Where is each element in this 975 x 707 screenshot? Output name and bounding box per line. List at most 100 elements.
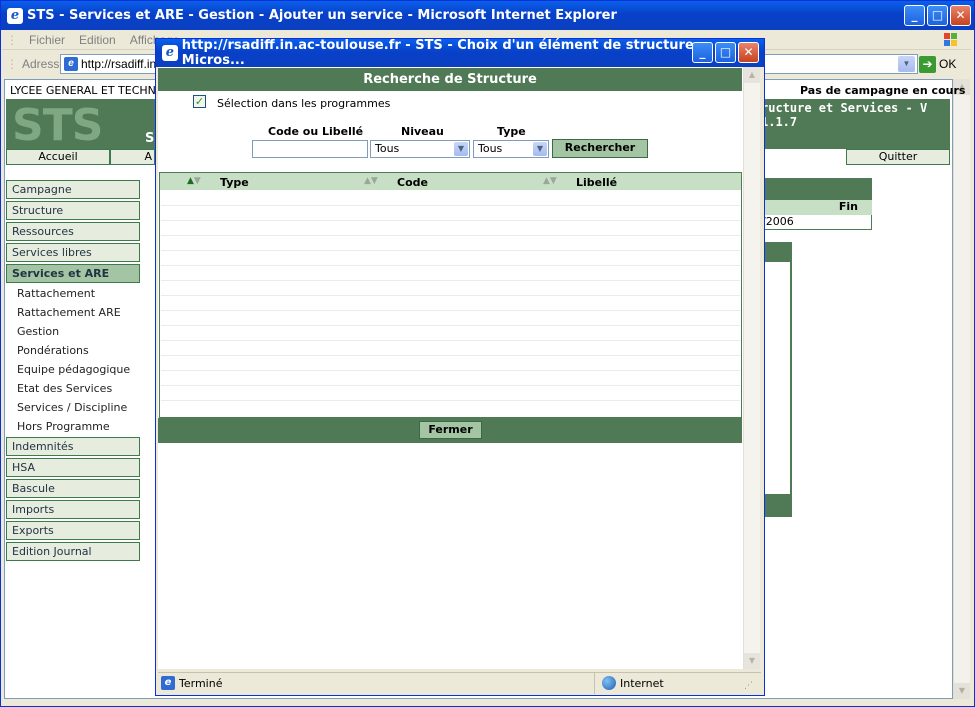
status-divider [594, 673, 595, 694]
nav-a[interactable]: A [110, 149, 155, 165]
search-heading: Recherche de Structure [158, 68, 742, 91]
menu-fichier[interactable]: Fichier [22, 33, 72, 47]
sidebar-item-services-libres[interactable]: Services libres [6, 243, 140, 262]
table-row [161, 310, 740, 311]
sidebar-sub-equipe-pedagogique[interactable]: Equipe pédagogique [17, 363, 130, 376]
maximize-button[interactable]: □ [927, 5, 948, 26]
table-row [161, 400, 740, 401]
code-sort-icon[interactable]: ▲▼ [364, 176, 378, 186]
libelle-sort-icon[interactable]: ▲▼ [543, 176, 557, 186]
main-title-bar[interactable]: e STS - Services et ARE - Gestion - Ajou… [1, 1, 974, 30]
col-type[interactable]: Type [220, 176, 249, 189]
menu-grip: ⋮ [6, 32, 18, 47]
popup-maximize-button[interactable]: □ [715, 42, 736, 63]
sidebar-sub-services-discipline[interactable]: Services / Discipline [17, 401, 127, 414]
popup-vertical-scrollbar[interactable]: ▲ ▼ [743, 67, 760, 669]
campaign-status: Pas de campagne en cours [800, 84, 966, 97]
page-vertical-scrollbar[interactable]: ▲ ▼ [953, 79, 970, 699]
minimize-button[interactable]: _ [904, 5, 925, 26]
sidebar-item-exports[interactable]: Exports [6, 521, 140, 540]
page-scroll-down-icon[interactable]: ▼ [954, 683, 970, 699]
main-window-title: STS - Services et ARE - Gestion - Ajoute… [27, 8, 617, 23]
table-row [161, 385, 740, 386]
address-grip: ⋮ [6, 57, 18, 71]
sidebar-item-imports[interactable]: Imports [6, 500, 140, 519]
go-label: OK [939, 57, 957, 71]
sidebar-sub-rattachement-are[interactable]: Rattachement ARE [17, 306, 121, 319]
type-selected-value: Tous [478, 142, 503, 155]
school-name: LYCEE GENERAL ET TECHN [10, 84, 156, 97]
page-icon: e [64, 57, 78, 71]
sidebar-item-services-et-are[interactable]: Services et ARE [6, 264, 140, 283]
sts-logo: STS [12, 100, 103, 151]
status-page-icon: e [161, 676, 175, 690]
code-label: Code ou Libellé [268, 125, 364, 138]
table-row [161, 340, 740, 341]
globe-icon [602, 676, 616, 690]
programmes-checkbox-label: Sélection dans les programmes [217, 97, 391, 110]
nav-quitter[interactable]: Quitter [846, 149, 950, 165]
popup-title-bar[interactable]: e http://rsadiff.in.ac-toulouse.fr - STS… [156, 38, 764, 68]
ie-icon: e [7, 7, 23, 24]
bg-panel-border [790, 262, 792, 494]
go-button[interactable]: ➔ OK [919, 54, 969, 74]
sidebar-sub-etat-des-services[interactable]: Etat des Services [17, 382, 112, 395]
popup-scroll-up-icon[interactable]: ▲ [744, 67, 760, 83]
status-zone: Internet [620, 677, 664, 690]
bg-col-fin: Fin [760, 200, 872, 215]
close-button[interactable]: ✕ [950, 5, 971, 26]
type-label: Type [497, 125, 526, 138]
table-row [161, 295, 740, 296]
app-title: ructure et Services - V 1.1.7 [761, 101, 928, 129]
popup-close-button[interactable]: ✕ [738, 42, 759, 63]
table-row [161, 205, 740, 206]
niveau-dropdown-icon[interactable]: ▼ [454, 142, 468, 156]
bg-date-cell: /2006 [760, 215, 872, 230]
table-row [161, 280, 740, 281]
status-text: Terminé [179, 677, 223, 690]
table-row [161, 220, 740, 221]
resize-grip-icon[interactable]: ⋰ [744, 681, 753, 691]
go-arrow-icon: ➔ [919, 55, 936, 73]
type-select[interactable]: Tous ▼ [473, 140, 549, 158]
popup-scroll-down-icon[interactable]: ▼ [744, 653, 760, 669]
sidebar-item-campagne[interactable]: Campagne [6, 180, 140, 199]
fermer-button[interactable]: Fermer [419, 421, 482, 439]
popup-title: http://rsadiff.in.ac-toulouse.fr - STS -… [181, 38, 704, 68]
popup-status-bar: e Terminé Internet ⋰ [158, 672, 761, 694]
type-dropdown-icon[interactable]: ▼ [533, 142, 547, 156]
sidebar-item-hsa[interactable]: HSA [6, 458, 140, 477]
niveau-selected-value: Tous [375, 142, 400, 155]
table-row [161, 265, 740, 266]
table-row [161, 355, 740, 356]
table-row [161, 235, 740, 236]
sidebar-sub-hors-programme[interactable]: Hors Programme [17, 420, 110, 433]
col-code[interactable]: Code [397, 176, 428, 189]
table-row [161, 370, 740, 371]
logo-s-fragment: S [145, 131, 155, 146]
type-sort-icon[interactable]: ▲▼ [187, 176, 201, 186]
menu-edition[interactable]: Edition [72, 33, 123, 47]
sidebar-sub-ponderations[interactable]: Pondérations [17, 344, 89, 357]
programmes-checkbox[interactable]: ✓ [193, 95, 206, 108]
col-libelle[interactable]: Libellé [576, 176, 617, 189]
sidebar-item-ressources[interactable]: Ressources [6, 222, 140, 241]
address-value: http://rsadiff.in [81, 57, 157, 71]
sidebar-item-structure[interactable]: Structure [6, 201, 140, 220]
sidebar-item-bascule[interactable]: Bascule [6, 479, 140, 498]
niveau-select[interactable]: Tous ▼ [370, 140, 470, 158]
sidebar-sub-rattachement[interactable]: Rattachement [17, 287, 95, 300]
table-row [161, 250, 740, 251]
sidebar-sub-gestion[interactable]: Gestion [17, 325, 59, 338]
nav-accueil[interactable]: Accueil [6, 149, 110, 165]
table-row [161, 325, 740, 326]
sidebar-item-edition-journal[interactable]: Edition Journal [6, 542, 140, 561]
sidebar-item-indemnites[interactable]: Indemnités [6, 437, 140, 456]
niveau-label: Niveau [401, 125, 444, 138]
address-dropdown-icon[interactable]: ▼ [898, 56, 915, 72]
rechercher-button[interactable]: Rechercher [552, 139, 648, 158]
popup-ie-icon: e [162, 45, 178, 61]
bg-table-header [760, 178, 872, 200]
code-input[interactable] [252, 140, 368, 158]
popup-minimize-button[interactable]: _ [692, 42, 713, 63]
